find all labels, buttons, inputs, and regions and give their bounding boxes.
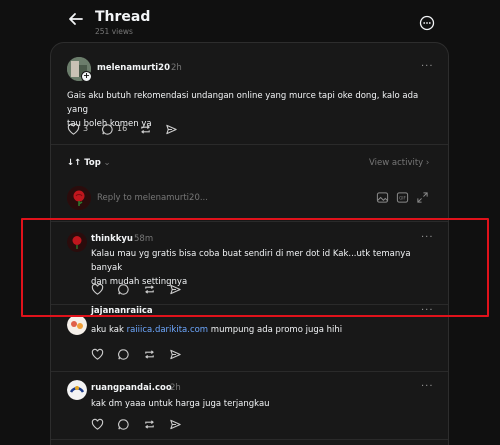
comment-count: 16 <box>117 124 128 133</box>
reply-input[interactable]: Reply to melenamurti20... <box>97 193 208 203</box>
gif-button[interactable]: GIF <box>396 191 409 205</box>
repost-button[interactable] <box>139 123 152 137</box>
back-arrow-icon[interactable] <box>66 9 86 29</box>
expand-icon <box>417 192 428 203</box>
svg-text:GIF: GIF <box>399 195 406 200</box>
comment-text: aku kak raiiica.darikita.com mumpung ada… <box>91 325 343 335</box>
comment-button[interactable] <box>117 348 130 362</box>
comment-time: 2h <box>170 383 181 393</box>
image-button[interactable] <box>376 191 389 205</box>
repost-icon <box>141 125 150 134</box>
comment-actions <box>91 418 291 432</box>
repost-icon <box>145 420 154 429</box>
heart-icon <box>67 123 80 135</box>
chevron-down-icon: ⌄ <box>100 158 111 168</box>
like-button[interactable] <box>67 123 80 137</box>
highlight-box <box>21 218 489 317</box>
repost-icon <box>145 350 154 359</box>
like-button[interactable] <box>91 348 104 362</box>
comment-icon <box>118 349 129 360</box>
comment-actions <box>91 348 291 362</box>
send-icon <box>166 124 177 135</box>
send-icon <box>170 419 181 430</box>
sort-dropdown[interactable]: ↓↑ Top ⌄ <box>67 158 111 168</box>
comment-button[interactable] <box>101 123 114 137</box>
divider <box>51 439 448 440</box>
share-button[interactable] <box>169 348 182 362</box>
comment-icon <box>102 124 113 135</box>
comment-text: kak dm yaaa untuk harga juga terjangkau <box>91 399 270 409</box>
view-count: 251 views <box>95 27 133 36</box>
avatar-image-icon <box>67 380 87 400</box>
heart-icon <box>91 418 104 430</box>
more-options-icon[interactable] <box>419 15 435 31</box>
view-activity-link[interactable]: View activity › <box>369 158 429 168</box>
divider <box>51 144 448 145</box>
website-link[interactable]: raiiica.darikita.com <box>127 325 209 335</box>
post-more-icon[interactable]: ··· <box>421 61 434 72</box>
gif-icon: GIF <box>396 192 409 203</box>
avatar[interactable] <box>67 380 87 400</box>
post-actions: 3 16 <box>67 123 267 137</box>
repost-button[interactable] <box>143 418 156 432</box>
share-button[interactable] <box>165 123 178 137</box>
list-item: ruangpandai.coo 2h ··· kak dm yaaa untuk… <box>51 372 448 442</box>
send-icon <box>170 349 181 360</box>
sort-icon: ↓↑ <box>67 158 85 168</box>
original-post: + melenamurti20 2h ··· Gais aku butuh re… <box>51 43 448 143</box>
post-time: 2h <box>171 63 182 73</box>
post-username[interactable]: melenamurti20 <box>97 63 170 73</box>
reply-avatar <box>67 186 91 210</box>
comment-button[interactable] <box>117 418 130 432</box>
comment-icon <box>118 419 129 430</box>
like-button[interactable] <box>91 418 104 432</box>
follow-plus-icon[interactable]: + <box>81 71 92 82</box>
avatar[interactable] <box>67 315 87 335</box>
thread-header: Thread 251 views <box>0 0 500 42</box>
share-button[interactable] <box>169 418 182 432</box>
avatar-image-icon <box>67 315 87 335</box>
expand-button[interactable] <box>416 191 429 205</box>
chevron-right-icon: › <box>423 158 430 168</box>
comment-more-icon[interactable]: ··· <box>421 381 434 392</box>
page-title: Thread <box>95 9 151 25</box>
repost-button[interactable] <box>143 348 156 362</box>
rose-icon <box>67 186 91 210</box>
comment-username[interactable]: ruangpandai.coo <box>91 383 172 393</box>
heart-icon <box>91 348 104 360</box>
like-count: 3 <box>83 124 89 133</box>
image-icon <box>376 192 389 203</box>
